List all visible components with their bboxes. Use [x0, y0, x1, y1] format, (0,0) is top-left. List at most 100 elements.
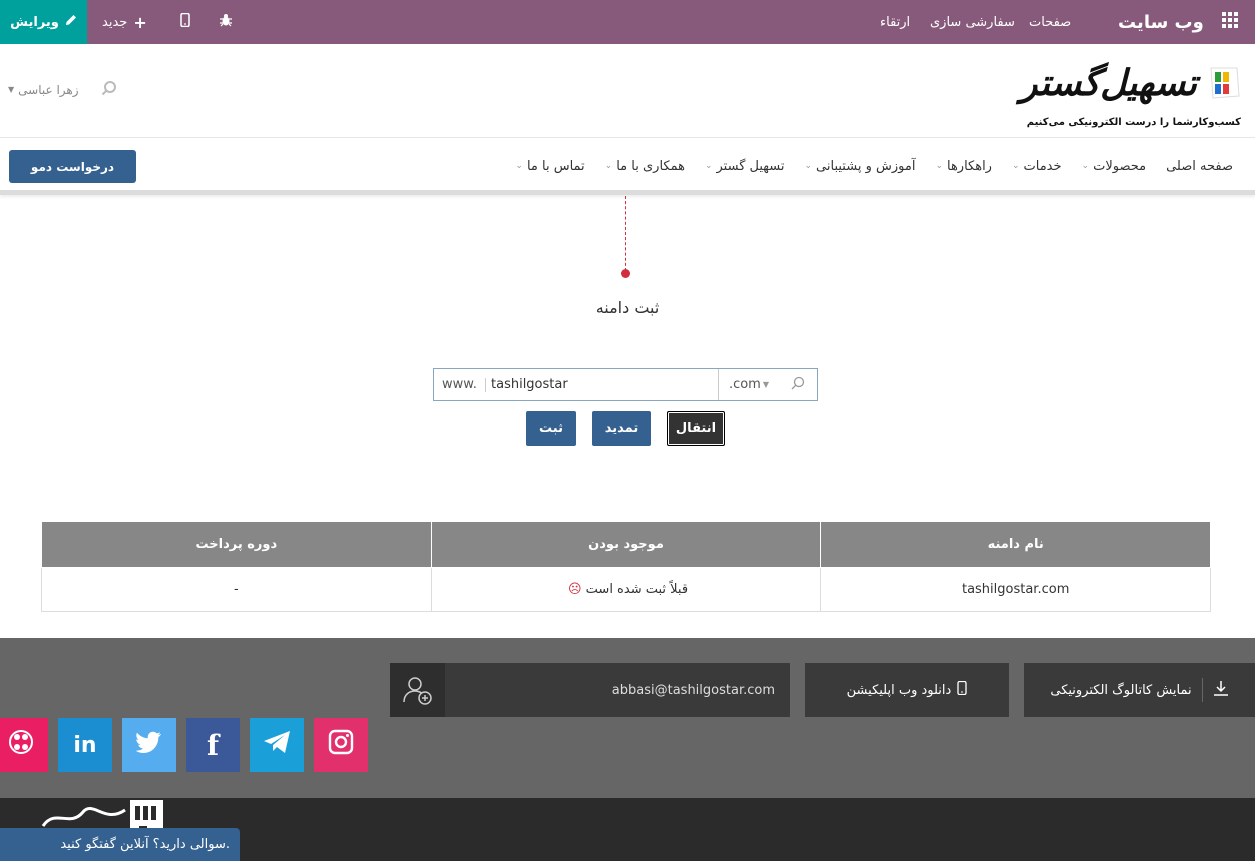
mobile-icon — [957, 680, 967, 699]
nav-label: راهکارها — [946, 158, 992, 174]
search-icon[interactable] — [791, 376, 807, 392]
linkedin-button[interactable]: in — [58, 718, 112, 772]
header-availability: موجود بودن — [430, 521, 822, 568]
chevron-down-icon: ⌄ — [704, 161, 713, 171]
decorative-line — [625, 196, 626, 271]
domain-input[interactable] — [489, 369, 699, 400]
nav-label: صفحه اصلی — [1166, 158, 1233, 174]
www-prefix: www. — [442, 377, 477, 392]
nav-label: محصولات — [1093, 158, 1147, 174]
facebook-button[interactable]: f — [186, 718, 240, 772]
edit-button[interactable]: ویرایش — [0, 0, 87, 44]
sad-face-icon: ☹ — [567, 582, 582, 597]
request-demo-button[interactable]: درخواست دمو — [9, 150, 136, 183]
logo-mark-icon — [1210, 67, 1240, 99]
new-label: جدید — [102, 14, 128, 30]
nav-products[interactable]: محصولات ⌄ — [1082, 159, 1147, 174]
nav-services[interactable]: خدمات ⌄ — [1012, 159, 1062, 174]
bug-icon — [219, 13, 233, 31]
footer-bottom: سوالی دارید؟ آنلاین گفتگو کنید. — [0, 798, 1255, 861]
user-menu[interactable]: ▼ زهرا عباسی — [8, 83, 79, 97]
nav-label: آموزش و پشتیبانی — [816, 158, 916, 174]
nav-about[interactable]: تسهیل گستر ⌄ — [705, 159, 785, 174]
header-domain-name: نام دامنه — [820, 521, 1211, 568]
newsletter-email: abbasi@tashilgostar.com — [611, 682, 775, 698]
pencil-icon — [65, 14, 77, 30]
cell-availability: قبلاً ثبت شده است ☹ — [430, 567, 822, 612]
twitter-icon — [135, 731, 162, 759]
mobile-preview-button[interactable] — [180, 0, 190, 44]
cell-payment-period: - — [41, 567, 432, 612]
site-logo[interactable]: تسهیل‌گستر کسب‌وکارشما را درست الکترونیک… — [1020, 62, 1241, 128]
logo-tagline: کسب‌وکارشما را درست الکترونیکی می‌کنیم — [1026, 117, 1241, 128]
app-download-label: دانلود وب اپلیکیشن — [846, 682, 952, 698]
chevron-down-icon: ⌄ — [515, 161, 523, 171]
header-payment-period: دوره پرداخت — [41, 521, 432, 568]
tld-value: .com — [728, 377, 761, 392]
tld-select[interactable]: .com ▼ — [717, 369, 769, 400]
nav-label: خدمات — [1023, 158, 1062, 174]
nav-contact[interactable]: تماس با ما ⌄ — [515, 159, 584, 174]
decorative-dot — [621, 269, 630, 278]
cell-domain-name: tashilgostar.com — [820, 567, 1211, 612]
instagram-button[interactable] — [314, 718, 368, 772]
aparat-button[interactable] — [0, 718, 48, 772]
nav-menu: صفحه اصلی محصولات ⌄ خدمات ⌄ راهکارها ⌄ آموز… — [515, 138, 1233, 194]
grid-icon — [1221, 11, 1238, 33]
download-icon — [1213, 680, 1229, 700]
plus-icon: + — [133, 12, 147, 32]
new-button[interactable]: جدید + — [102, 0, 147, 44]
newsletter-box[interactable]: abbasi@tashilgostar.com — [390, 663, 790, 717]
search-icon[interactable] — [101, 80, 117, 99]
app-title[interactable]: وب سایت — [1118, 0, 1238, 44]
table-row: tashilgostar.com قبلاً ثبت شده است ☹ - — [41, 567, 1211, 612]
user-name: زهرا عباسی — [18, 82, 79, 97]
main-nav: صفحه اصلی محصولات ⌄ خدمات ⌄ راهکارها ⌄ آموز… — [0, 138, 1255, 195]
nav-support[interactable]: آموزش و پشتیبانی ⌄ — [805, 159, 916, 174]
chevron-down-icon: ▼ — [762, 380, 769, 389]
menu-customize-label: سفارشی سازی — [930, 14, 1015, 30]
availability-text: قبلاً ثبت شده است — [585, 582, 689, 597]
app-title-label: وب سایت — [1118, 11, 1204, 33]
table-header-row: نام دامنه موجود بودن دوره پرداخت — [41, 521, 1211, 568]
menu-pages-label: صفحات — [1029, 14, 1072, 30]
nav-label: تسهیل گستر — [716, 158, 785, 174]
catalog-button[interactable]: نمایش کاتالوگ الکترونیکی — [1024, 663, 1255, 717]
section-title: ثبت دامنه — [595, 298, 660, 317]
admin-topbar: ویرایش جدید + ارتقاء سفارشی سازی صفحات و… — [0, 0, 1255, 44]
site-footer: abbasi@tashilgostar.com دانلود وب اپلیکی… — [0, 638, 1255, 798]
aparat-icon — [7, 728, 35, 762]
logo-name: تسهیل‌گستر — [1020, 62, 1197, 104]
facebook-icon: f — [206, 728, 220, 762]
mobile-icon — [180, 12, 190, 31]
nav-cooperation[interactable]: همکاری با ما ⌄ — [605, 159, 685, 174]
chevron-down-icon: ▼ — [8, 85, 15, 94]
nav-home[interactable]: صفحه اصلی — [1166, 159, 1233, 174]
telegram-button[interactable] — [250, 718, 304, 772]
live-chat-button[interactable]: سوالی دارید؟ آنلاین گفتگو کنید. — [0, 828, 240, 861]
edit-label: ویرایش — [10, 14, 59, 30]
menu-upgrade[interactable]: ارتقاء — [880, 0, 910, 44]
nav-solutions[interactable]: راهکارها ⌄ — [935, 159, 992, 174]
register-button[interactable]: ثبت — [526, 411, 576, 446]
menu-pages[interactable]: صفحات — [1029, 0, 1071, 44]
catalog-label: نمایش کاتالوگ الکترونیکی — [1050, 682, 1192, 698]
nav-label: همکاری با ما — [616, 158, 685, 174]
telegram-icon — [263, 730, 291, 760]
chevron-down-icon: ⌄ — [804, 161, 813, 171]
site-header: تسهیل‌گستر کسب‌وکارشما را درست الکترونیک… — [0, 44, 1255, 138]
instagram-icon — [328, 729, 354, 761]
app-download-button[interactable]: دانلود وب اپلیکیشن — [805, 663, 1009, 717]
add-user-icon[interactable] — [390, 663, 445, 717]
transfer-button[interactable]: انتقال — [667, 411, 725, 446]
twitter-button[interactable] — [122, 718, 176, 772]
chevron-down-icon: ⌄ — [935, 161, 943, 171]
chevron-down-icon: ⌄ — [1081, 161, 1090, 171]
separator — [484, 377, 486, 392]
debug-button[interactable] — [219, 0, 233, 44]
user-area: ▼ زهرا عباسی — [8, 80, 117, 99]
menu-customize[interactable]: سفارشی سازی — [930, 0, 1015, 44]
domain-search-box: www. .com ▼ — [433, 368, 818, 401]
renew-button[interactable]: تمدید — [592, 411, 651, 446]
linkedin-icon: in — [73, 732, 97, 758]
